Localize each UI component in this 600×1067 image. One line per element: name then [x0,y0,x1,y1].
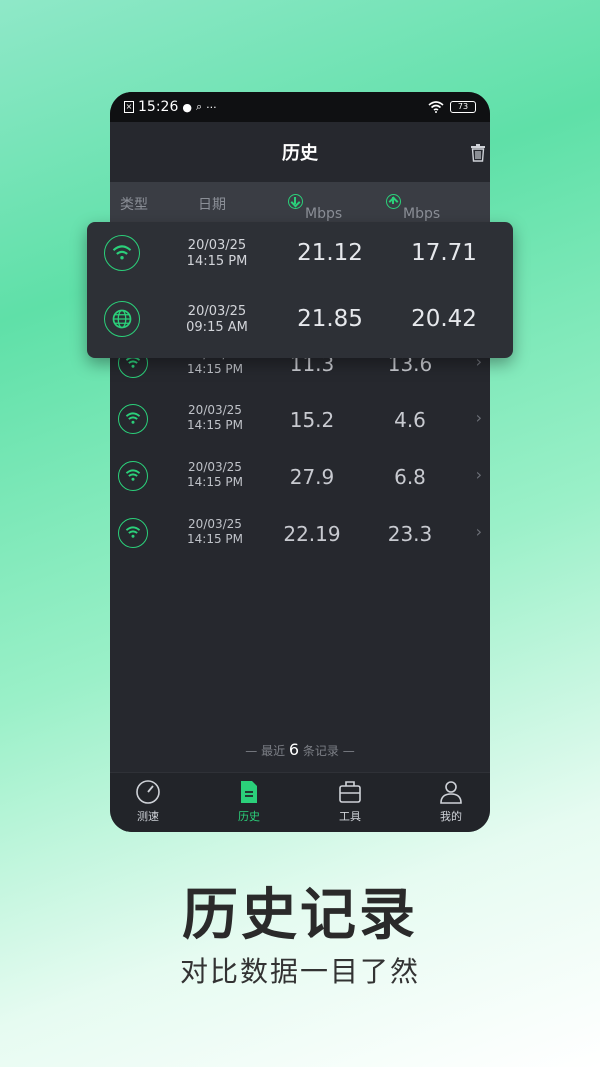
wifi-icon [118,404,148,434]
row-upload: 6.8 [394,465,426,489]
speedometer-icon [136,780,160,804]
more-dots-icon: ··· [206,100,217,114]
column-type: 类型 [120,197,148,213]
row-download: 22.19 [283,522,341,546]
upload-arrow-icon [386,194,401,209]
column-header: 类型 日期 Mbps Mbps [110,182,490,224]
highlighted-row[interactable]: 20/03/25 14:15 PM 21.12 17.71 [87,222,513,286]
page-title: 历史 [282,143,318,164]
row-download: 21.12 [297,240,363,266]
record-count: 6 [288,740,300,759]
tab-tools[interactable]: 工具 [312,779,388,824]
bottom-tab-bar: 测速 历史 工具 我的 [110,772,490,832]
wifi-icon [104,235,140,271]
phone-screen: × 15:26 ● ⌕ ··· 73 历史 类型 日期 Mbps Mbps 14… [110,92,490,832]
row-date: 20/03/2514:15 PM [187,460,243,489]
column-date: 日期 [198,197,226,213]
row-upload: 20.42 [411,306,477,332]
column-download: Mbps [288,194,342,222]
status-time: 15:26 [138,99,179,115]
document-icon [241,781,257,803]
person-icon [440,781,462,804]
chevron-right-icon: › [475,408,482,427]
row-upload: 23.3 [387,522,433,546]
search-icon: ⌕ [195,100,203,113]
close-box-icon: × [124,101,134,113]
download-arrow-icon [288,194,303,209]
battery-icon: 73 [450,101,476,113]
wifi-icon [118,518,148,548]
tab-profile[interactable]: 我的 [413,779,489,824]
record-count-note: — 最近 6 条记录 — [245,740,355,759]
row-download: 15.2 [289,408,335,432]
row-upload: 4.6 [394,408,426,432]
promo-headline: 历史记录 [182,883,418,948]
chevron-right-icon: › [475,465,482,484]
highlighted-row[interactable]: 20/03/25 09:15 AM 21.85 20.42 [87,288,513,352]
tab-speedtest[interactable]: 测速 [110,779,186,824]
row-upload: 17.71 [411,240,477,266]
toolbox-icon [339,781,361,803]
wifi-signal-icon [428,101,444,113]
highlighted-records-card: 20/03/25 14:15 PM 21.12 17.71 20/03/25 09:… [87,222,513,358]
row-download: 21.85 [297,306,363,332]
history-row[interactable]: 20/03/25 14:15 PM 22.19 23.3 › [110,506,490,563]
wifi-icon [118,461,148,491]
chevron-right-icon: › [475,522,482,541]
history-row[interactable]: 20/03/25 14:15 PM 15.2 4.6 › [110,392,490,449]
row-date: 20/03/2514:15 PM [187,403,243,432]
status-bar: × 15:26 ● ⌕ ··· 73 [110,92,490,122]
row-date: 20/03/25 09:15 AM [186,304,248,335]
row-date: 20/03/2514:15 PM [186,238,248,269]
history-row[interactable]: 20/03/25 14:15 PM 27.9 6.8 › [110,449,490,506]
promo-subline: 对比数据一目了然 [179,955,420,988]
wechat-icon: ● [182,100,192,114]
globe-icon [104,301,140,337]
row-download: 27.9 [289,465,335,489]
trash-icon[interactable] [470,144,486,162]
column-upload: Mbps [386,194,440,222]
row-date: 20/03/2514:15 PM [187,517,243,546]
tab-history[interactable]: 历史 [211,779,287,824]
app-header: 历史 [110,122,490,182]
